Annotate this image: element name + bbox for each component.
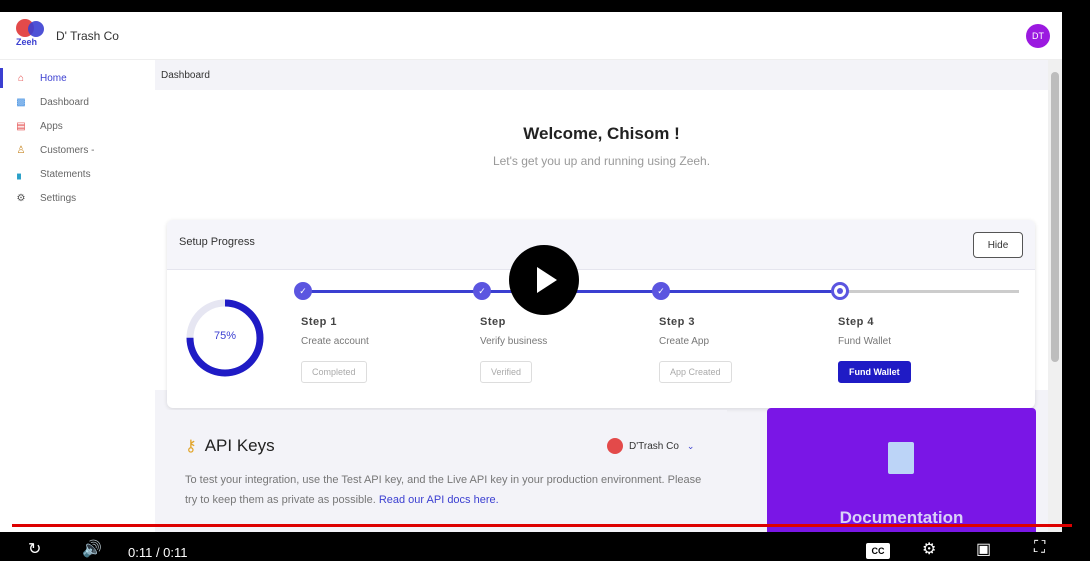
statements-icon: ▖ bbox=[17, 168, 25, 180]
step-name: Create App bbox=[659, 336, 710, 347]
step-name: Verify business bbox=[480, 336, 548, 347]
fullscreen-icon[interactable]: ⛶ bbox=[1034, 539, 1045, 557]
app-created-button: App Created bbox=[659, 361, 732, 383]
sidebar-item-home[interactable]: ⌂ Home bbox=[0, 66, 155, 90]
document-icon bbox=[888, 442, 914, 474]
company-avatar bbox=[607, 438, 623, 454]
page-subtitle: Let's get you up and running using Zeeh. bbox=[492, 154, 711, 168]
step-number: Step 4 bbox=[838, 316, 875, 328]
miniplayer-icon[interactable]: ▣ bbox=[976, 539, 991, 559]
chevron-down-icon: ⌄ bbox=[686, 440, 695, 451]
home-icon: ⌂ bbox=[17, 72, 25, 84]
hide-button[interactable]: Hide bbox=[973, 232, 1023, 258]
api-keys-heading: ⚷ API Keys bbox=[185, 436, 275, 456]
setup-progress-header: Setup Progress Hide bbox=[167, 220, 1035, 270]
setup-progress-card: Setup Progress Hide 75% ✓ ✓ ✓ Step 1 Cre… bbox=[167, 220, 1035, 408]
apps-icon: ▤ bbox=[16, 120, 26, 132]
top-bar: Zeeh D' Trash Co DT bbox=[0, 12, 1062, 60]
sidebar-nav: ⌂ Home ▩ Dashboard ▤ Apps ♙ Customers - … bbox=[0, 60, 155, 210]
breadcrumb[interactable]: Dashboard bbox=[161, 70, 210, 81]
sidebar-item-settings[interactable]: ⚙ Settings bbox=[0, 186, 155, 210]
video-progress-bar[interactable] bbox=[12, 524, 1072, 527]
page-title: Welcome, Chisom ! bbox=[523, 124, 680, 143]
key-icon: ⚷ bbox=[185, 438, 197, 455]
step-2: Step Verify business Verified bbox=[480, 316, 640, 383]
step-number: Step 1 bbox=[301, 316, 338, 328]
welcome-card: Welcome, Chisom ! Let's get you up and r… bbox=[155, 90, 1048, 408]
step-3-check-icon: ✓ bbox=[652, 282, 670, 300]
company-select[interactable]: D'Trash Co ⌄ bbox=[607, 438, 694, 454]
avatar[interactable]: DT bbox=[1026, 24, 1050, 48]
progress-percent: 75% bbox=[213, 330, 237, 342]
sidebar-item-statements[interactable]: ▖ Statements bbox=[0, 162, 155, 186]
step-number: Step bbox=[480, 316, 506, 328]
step-4: Step 4 Fund Wallet Fund Wallet bbox=[838, 316, 998, 383]
dashboard-icon: ▩ bbox=[16, 96, 26, 108]
company-select-label: D'Trash Co bbox=[629, 440, 679, 452]
logo-circle-blue bbox=[28, 21, 44, 37]
documentation-card[interactable]: Documentation bbox=[767, 408, 1036, 532]
main-content: Dashboard Welcome, Chisom ! Let's get yo… bbox=[155, 60, 1048, 532]
step-1-check-icon: ✓ bbox=[294, 282, 312, 300]
step-4-current-icon bbox=[831, 282, 849, 300]
video-time: 0:11 / 0:11 bbox=[128, 545, 188, 560]
sidebar-item-label: Home bbox=[40, 72, 67, 84]
sidebar-item-label: Dashboard bbox=[40, 96, 89, 108]
sidebar-item-customers[interactable]: ♙ Customers - bbox=[0, 138, 155, 162]
setup-progress-title: Setup Progress bbox=[179, 236, 255, 248]
completed-button: Completed bbox=[301, 361, 367, 383]
sidebar-item-label: Statements bbox=[40, 168, 91, 180]
company-name: D' Trash Co bbox=[56, 29, 119, 43]
step-name: Create account bbox=[301, 336, 369, 347]
scrollbar[interactable] bbox=[1048, 60, 1062, 532]
replay-icon[interactable]: ↻ bbox=[28, 539, 41, 559]
step-number: Step 3 bbox=[659, 316, 696, 328]
logo-text: Zeeh bbox=[16, 37, 38, 47]
sidebar-item-label: Settings bbox=[40, 192, 77, 204]
step-1: Step 1 Create account Completed bbox=[301, 316, 461, 383]
scrollbar-thumb[interactable] bbox=[1051, 72, 1059, 362]
video-frame: Zeeh D' Trash Co DT ⌂ Home ▩ Dashboard ▤… bbox=[0, 0, 1090, 561]
captions-button[interactable]: CC bbox=[866, 543, 890, 559]
volume-icon[interactable]: 🔊 bbox=[82, 539, 102, 559]
customers-icon: ♙ bbox=[16, 144, 26, 156]
gear-icon: ⚙ bbox=[16, 192, 26, 204]
fund-wallet-button[interactable]: Fund Wallet bbox=[838, 361, 911, 383]
step-3: Step 3 Create App App Created bbox=[659, 316, 819, 383]
play-button[interactable] bbox=[509, 245, 579, 315]
step-name: Fund Wallet bbox=[838, 336, 891, 347]
api-keys-description: To test your integration, use the Test A… bbox=[185, 470, 705, 510]
sidebar-item-apps[interactable]: ▤ Apps bbox=[0, 114, 155, 138]
video-controls: ↻ 🔊 0:11 / 0:11 CC ⚙ ▣ ⛶ bbox=[0, 531, 1090, 561]
step-2-check-icon: ✓ bbox=[473, 282, 491, 300]
api-keys-card: ⚷ API Keys D'Trash Co ⌄ To test your int… bbox=[167, 410, 727, 532]
gear-icon[interactable]: ⚙ bbox=[922, 539, 936, 559]
zeeh-logo[interactable]: Zeeh bbox=[12, 19, 52, 51]
api-keys-title: API Keys bbox=[204, 436, 275, 455]
sidebar: ⌂ Home ▩ Dashboard ▤ Apps ♙ Customers - … bbox=[0, 60, 155, 532]
api-docs-link[interactable]: Read our API docs here. bbox=[379, 494, 499, 506]
sidebar-item-dashboard[interactable]: ▩ Dashboard bbox=[0, 90, 155, 114]
verified-button: Verified bbox=[480, 361, 533, 383]
sidebar-item-label: Apps bbox=[40, 120, 63, 132]
sidebar-item-label: Customers - bbox=[40, 144, 95, 156]
